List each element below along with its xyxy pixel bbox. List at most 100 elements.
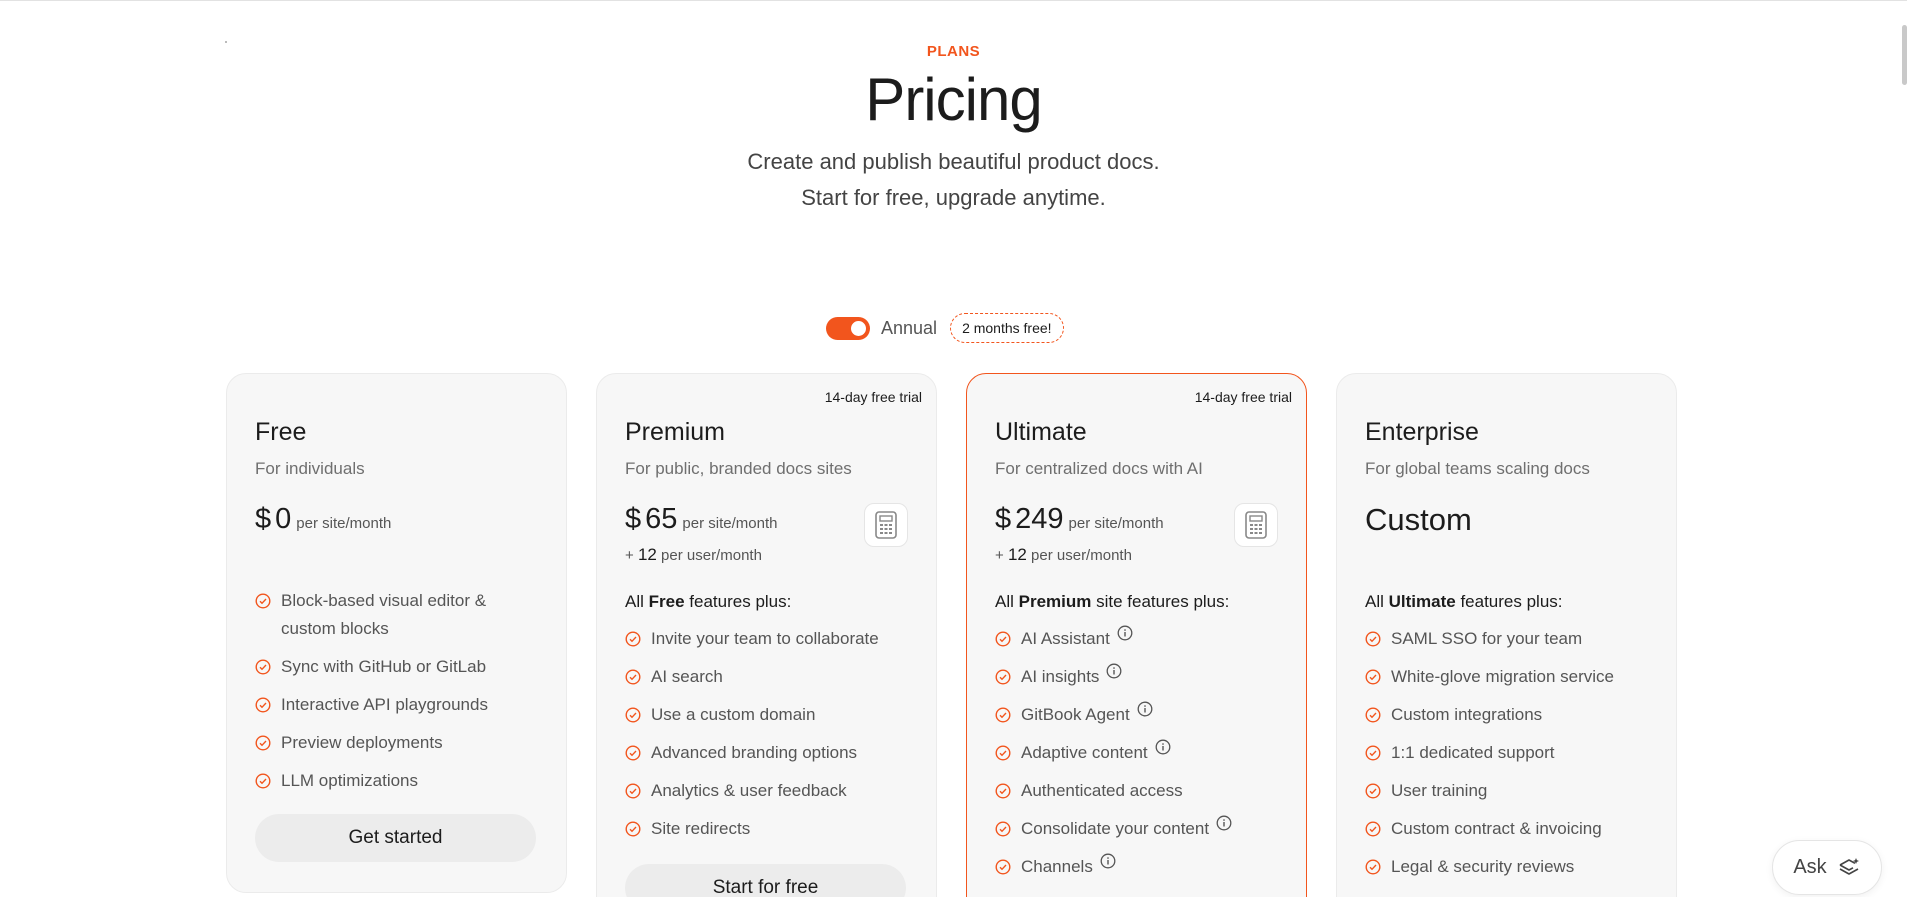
- plan-name: Ultimate: [995, 418, 1087, 446]
- list-item: Analytics & user feedback: [625, 777, 915, 805]
- list-item: SAML SSO for your team: [1365, 625, 1655, 653]
- subtitle-line-2: Start for free, upgrade anytime.: [801, 185, 1106, 210]
- eyebrow-label: PLANS: [926, 43, 981, 60]
- check-circle-icon: [625, 707, 641, 723]
- scrollbar-thumb[interactable]: [1902, 25, 1907, 85]
- plan-name: Free: [255, 418, 307, 446]
- list-item: Custom contract & invoicing: [1365, 815, 1655, 843]
- list-item: Block-based visual editor & custom block…: [255, 587, 545, 643]
- check-circle-icon: [1365, 707, 1381, 723]
- ask-button-label: Ask: [1793, 856, 1827, 878]
- check-circle-icon: [995, 631, 1011, 647]
- sparkle-layers-icon: [1839, 857, 1859, 875]
- annual-billing-toggle[interactable]: [826, 316, 870, 340]
- list-item: Site redirects: [625, 815, 915, 843]
- info-icon[interactable]: [1155, 739, 1171, 755]
- feature-list: Invite your team to collaborate AI searc…: [625, 625, 915, 853]
- check-circle-icon: [1365, 821, 1381, 837]
- list-item: Authenticated access: [995, 777, 1285, 805]
- discount-badge: 2 months free!: [950, 313, 1064, 343]
- plan-price: $65 per site/month: [625, 503, 777, 536]
- check-circle-icon: [625, 745, 641, 761]
- list-item: White-glove migration service: [1365, 663, 1655, 691]
- price-unit: per site/month: [1068, 515, 1164, 532]
- calculator-icon: [1245, 511, 1267, 539]
- feature-list: Block-based visual editor & custom block…: [255, 587, 545, 805]
- check-circle-icon: [255, 697, 271, 713]
- plan-description: For public, branded docs sites: [625, 459, 852, 478]
- list-item: Adaptive content: [995, 739, 1285, 767]
- list-item: Interactive API playgrounds: [255, 691, 545, 719]
- check-circle-icon: [995, 783, 1011, 799]
- ask-ai-button[interactable]: Ask: [1772, 840, 1882, 895]
- plan-price: $249 per site/month: [995, 503, 1164, 536]
- plan-name: Enterprise: [1365, 418, 1479, 446]
- feature-list: SAML SSO for your team White-glove migra…: [1365, 625, 1655, 891]
- list-item: GitBook Agent: [995, 701, 1285, 729]
- list-item: Custom integrations: [1365, 701, 1655, 729]
- check-circle-icon: [625, 783, 641, 799]
- list-item: Advanced branding options: [625, 739, 915, 767]
- list-item: AI search: [625, 663, 915, 691]
- list-item: AI Assistant: [995, 625, 1285, 653]
- per-user-price: + 12 per user/month: [995, 545, 1132, 564]
- page-scrollbar[interactable]: [1901, 1, 1907, 897]
- info-icon[interactable]: [1117, 625, 1133, 641]
- calculator-icon: [875, 511, 897, 539]
- check-circle-icon: [995, 669, 1011, 685]
- price-amount: $249: [995, 503, 1064, 535]
- page-title: Pricing: [865, 66, 1042, 133]
- list-item: Sync with GitHub or GitLab: [255, 653, 545, 681]
- plan-name: Premium: [625, 418, 726, 446]
- list-item: Use a custom domain: [625, 701, 915, 729]
- info-icon[interactable]: [1100, 853, 1116, 869]
- plan-price: Custom: [1365, 502, 1472, 537]
- list-item: AI insights: [995, 663, 1285, 691]
- subtitle-line-1: Create and publish beautiful product doc…: [747, 149, 1160, 174]
- price-calculator-button[interactable]: [1234, 503, 1278, 547]
- page-subtitle: Create and publish beautiful product doc…: [0, 144, 1907, 216]
- trial-label: 14-day free trial: [1194, 389, 1292, 405]
- check-circle-icon: [255, 773, 271, 789]
- list-item: 1:1 dedicated support: [1365, 739, 1655, 767]
- price-amount: $0: [255, 503, 292, 535]
- check-circle-icon: [1365, 859, 1381, 875]
- list-item: LLM optimizations: [255, 767, 545, 795]
- list-item: User training: [1365, 777, 1655, 805]
- info-icon[interactable]: [1216, 815, 1232, 831]
- plan-description: For individuals: [255, 459, 365, 478]
- start-for-free-button[interactable]: Start for free: [625, 864, 906, 897]
- check-circle-icon: [1365, 669, 1381, 685]
- check-circle-icon: [1365, 783, 1381, 799]
- check-circle-icon: [625, 631, 641, 647]
- billing-period-selector: Annual 2 months free!: [826, 312, 1064, 344]
- check-circle-icon: [995, 707, 1011, 723]
- trial-label: 14-day free trial: [824, 389, 922, 405]
- plan-card-enterprise: Enterprise For global teams scaling docs…: [1336, 373, 1677, 897]
- plan-price: $0 per site/month: [255, 503, 391, 536]
- includes-heading: All Ultimate features plus:: [1365, 592, 1563, 611]
- plan-card-premium: 14-day free trial Premium For public, br…: [596, 373, 937, 897]
- plan-card-free: Free For individuals $0 per site/month B…: [226, 373, 567, 893]
- includes-heading: All Premium site features plus:: [995, 592, 1230, 611]
- check-circle-icon: [1365, 745, 1381, 761]
- toggle-knob: [851, 320, 866, 336]
- list-item: Legal & security reviews: [1365, 853, 1655, 881]
- info-icon[interactable]: [1137, 701, 1153, 717]
- info-icon[interactable]: [1106, 663, 1122, 679]
- check-circle-icon: [625, 821, 641, 837]
- check-circle-icon: [995, 859, 1011, 875]
- price-amount: $65: [625, 503, 678, 535]
- check-circle-icon: [995, 745, 1011, 761]
- plan-description: For global teams scaling docs: [1365, 459, 1590, 478]
- check-circle-icon: [625, 669, 641, 685]
- list-item: Consolidate your content: [995, 815, 1285, 843]
- plan-description: For centralized docs with AI: [995, 459, 1203, 478]
- price-calculator-button[interactable]: [864, 503, 908, 547]
- get-started-button[interactable]: Get started: [255, 814, 536, 862]
- check-circle-icon: [995, 821, 1011, 837]
- price-unit: per site/month: [682, 515, 778, 532]
- check-circle-icon: [1365, 631, 1381, 647]
- check-circle-icon: [255, 593, 271, 609]
- list-item: Channels: [995, 853, 1285, 881]
